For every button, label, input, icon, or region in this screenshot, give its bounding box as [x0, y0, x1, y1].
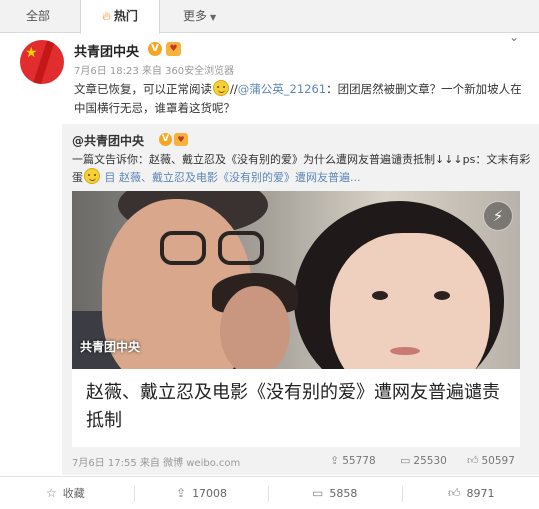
comment-button[interactable]: ▭ 5858: [312, 477, 357, 509]
post-meta: 7月6日 18:23 来自 360安全浏览器: [74, 66, 235, 77]
tab-more-label: 更多: [183, 9, 208, 23]
repost-icon: ⇪: [330, 454, 340, 467]
medal-icon: ♥: [166, 42, 181, 56]
author-name[interactable]: 共青团中央: [74, 41, 139, 60]
photo-lip: [390, 347, 420, 355]
divider: [134, 486, 135, 502]
article-cover-image[interactable]: ⚡ 共青团中央: [72, 191, 520, 369]
tab-all-label: 全部: [26, 9, 51, 23]
thumbs-up-icon: 👍︎: [448, 486, 461, 500]
caret-down-icon: ▼: [210, 13, 217, 22]
tab-more[interactable]: 更多 ▼: [183, 0, 216, 33]
repost-count: 17008: [192, 487, 228, 500]
repost-comments-stat[interactable]: ▭ 25530: [400, 454, 447, 467]
mention-link[interactable]: @蒲公英_21261: [238, 82, 326, 96]
repost-meta: 7月6日 17:55 来自 微博 weibo.com: [72, 458, 241, 469]
post-text-part2: //: [230, 82, 238, 96]
repost-reposts-count: 55778: [342, 455, 376, 467]
favorite-button[interactable]: ☆ 收藏: [46, 477, 85, 509]
tab-hot-label: 热门: [113, 9, 138, 23]
photo-eye: [372, 291, 388, 300]
divider: [268, 486, 269, 502]
smile-emoji-icon: [213, 80, 229, 96]
bolt-icon[interactable]: ⚡: [483, 201, 513, 231]
verified-badge-icon: V: [159, 133, 172, 146]
repost-text: 一篇文告诉你：赵薇、戴立忍及《没有别的爱》为什么遭网友普遍谴责抵制↓↓↓ps：文…: [72, 151, 532, 186]
post-text: 文章已恢复，可以正常阅读//@蒲公英_21261：团团居然被删文章？一个新加坡人…: [74, 80, 524, 118]
smile-emoji-icon: [84, 168, 100, 184]
repost-likes-count: 50597: [481, 455, 515, 467]
top-tab-bar: 全部 🔥︎ 热门 更多 ▼: [0, 0, 539, 34]
like-count: 8971: [466, 487, 495, 500]
author-avatar[interactable]: ★: [20, 40, 64, 84]
star-icon: ★: [25, 45, 38, 61]
divider: [402, 486, 403, 502]
photo-face-middle: [220, 286, 290, 369]
verified-badge-icon: V: [148, 42, 162, 56]
like-button[interactable]: 👍︎ 8971: [448, 477, 495, 509]
fire-icon: 🔥︎: [102, 9, 111, 23]
repost-container[interactable]: @共青团中央 V ♥ 一篇文告诉你：赵薇、戴立忍及《没有别的爱》为什么遭网友普遍…: [62, 124, 539, 475]
article-card[interactable]: 赵薇、戴立忍及电影《没有别的爱》遭网友普遍谴责抵制: [72, 369, 520, 447]
repost-reposts-stat[interactable]: ⇪ 55778: [330, 454, 376, 467]
photo-glasses-left: [160, 231, 206, 265]
repost-likes-stat[interactable]: 👍︎ 50597: [467, 454, 515, 467]
article-card-title: 赵薇、戴立忍及电影《没有别的爱》遭网友普遍谴责抵制: [86, 382, 500, 431]
comment-icon: ▭: [400, 454, 411, 467]
comment-icon: ▭: [312, 486, 324, 500]
image-watermark: 共青团中央: [80, 340, 141, 354]
star-outline-icon: ☆: [46, 486, 57, 500]
medal-icon: ♥: [174, 133, 188, 146]
chevron-down-icon[interactable]: ⌄: [509, 30, 519, 44]
repost-icon: ⇪: [176, 486, 187, 500]
thumbs-up-icon: 👍︎: [467, 454, 479, 467]
tab-hot[interactable]: 🔥︎ 热门: [80, 0, 160, 34]
article-link[interactable]: 目 赵薇、戴立忍及电影《没有别的爱》遭网友普遍...: [105, 171, 361, 184]
repost-author[interactable]: @共青团中央: [72, 132, 144, 149]
repost-comments-count: 25530: [413, 455, 447, 467]
comment-count: 5858: [329, 487, 358, 500]
tab-all[interactable]: 全部: [26, 0, 50, 33]
post-text-part1: 文章已恢复，可以正常阅读: [74, 82, 212, 96]
action-bar: ☆ 收藏 ⇪ 17008 ▭ 5858 👍︎ 8971: [0, 476, 539, 509]
photo-eye: [434, 291, 450, 300]
repost-button[interactable]: ⇪ 17008: [176, 477, 227, 509]
photo-glasses-right: [218, 231, 264, 265]
favorite-label: 收藏: [62, 487, 85, 500]
